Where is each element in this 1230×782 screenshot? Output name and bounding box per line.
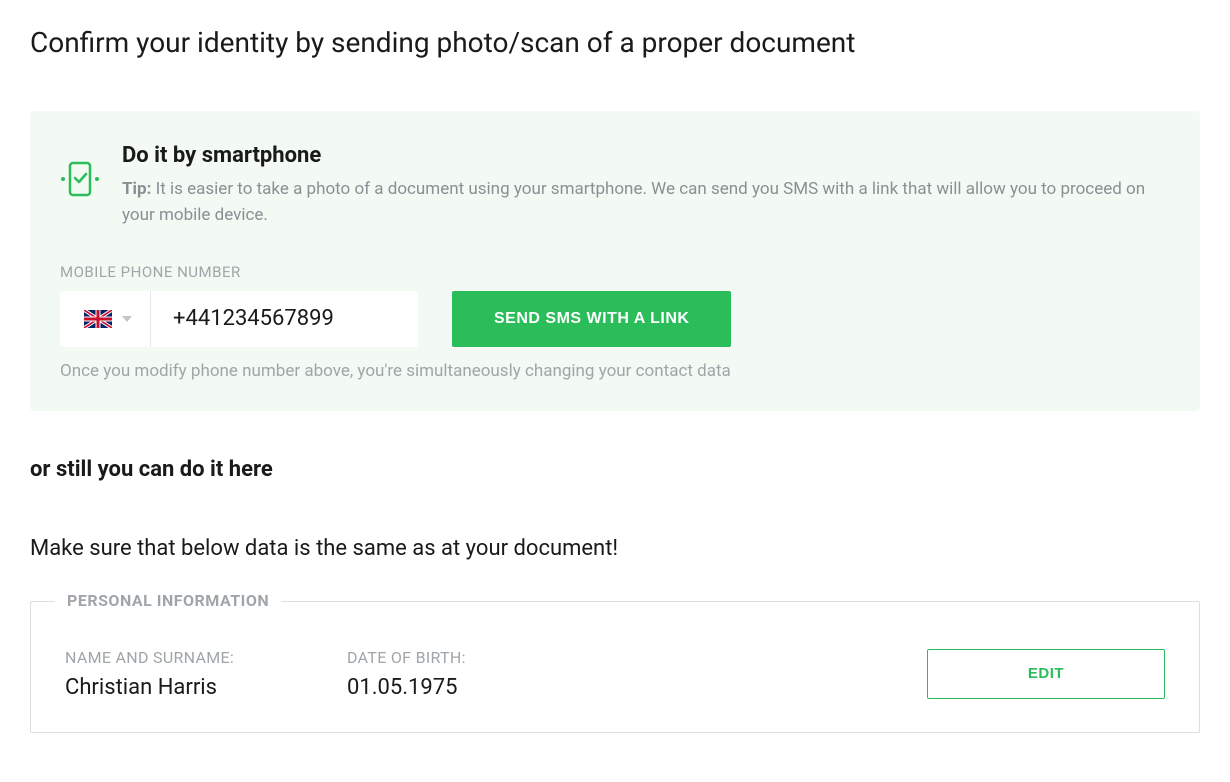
dob-value: 01.05.1975 [347, 675, 927, 700]
chevron-down-icon [122, 316, 132, 322]
country-code-selector[interactable] [60, 291, 151, 347]
tip-description: Tip: It is easier to take a photo of a d… [122, 176, 1170, 229]
name-label: NAME AND SURNAME: [65, 648, 347, 667]
tip-title: Do it by smartphone [122, 143, 1170, 168]
phone-field-label: MOBILE PHONE NUMBER [60, 263, 1170, 281]
edit-button[interactable]: EDIT [927, 649, 1165, 699]
phone-input-group [60, 291, 418, 347]
alternative-heading: or still you can do it here [30, 457, 1200, 482]
name-column: NAME AND SURNAME: Christian Harris [65, 648, 347, 700]
dob-label: DATE OF BIRTH: [347, 648, 927, 667]
smartphone-check-icon [60, 161, 100, 201]
tip-header: Do it by smartphone Tip: It is easier to… [60, 143, 1170, 229]
name-value: Christian Harris [65, 675, 347, 700]
phone-number-input[interactable] [151, 306, 473, 331]
uk-flag-icon [84, 310, 112, 328]
tip-text-block: Do it by smartphone Tip: It is easier to… [122, 143, 1170, 229]
phone-input-row: SEND SMS WITH A LINK [60, 291, 1170, 347]
smartphone-tip-panel: Do it by smartphone Tip: It is easier to… [30, 111, 1200, 411]
tip-description-text: It is easier to take a photo of a docume… [122, 179, 1145, 225]
dob-column: DATE OF BIRTH: 01.05.1975 [347, 648, 927, 700]
personal-info-row: NAME AND SURNAME: Christian Harris DATE … [65, 648, 1165, 700]
page-title: Confirm your identity by sending photo/s… [30, 26, 1200, 59]
personal-information-fieldset: PERSONAL INFORMATION NAME AND SURNAME: C… [30, 601, 1200, 733]
fieldset-legend: PERSONAL INFORMATION [55, 591, 281, 610]
phone-modify-note: Once you modify phone number above, you'… [60, 361, 1170, 381]
send-sms-button[interactable]: SEND SMS WITH A LINK [452, 291, 731, 347]
tip-prefix: Tip: [122, 179, 151, 199]
data-match-warning: Make sure that below data is the same as… [30, 536, 1200, 561]
